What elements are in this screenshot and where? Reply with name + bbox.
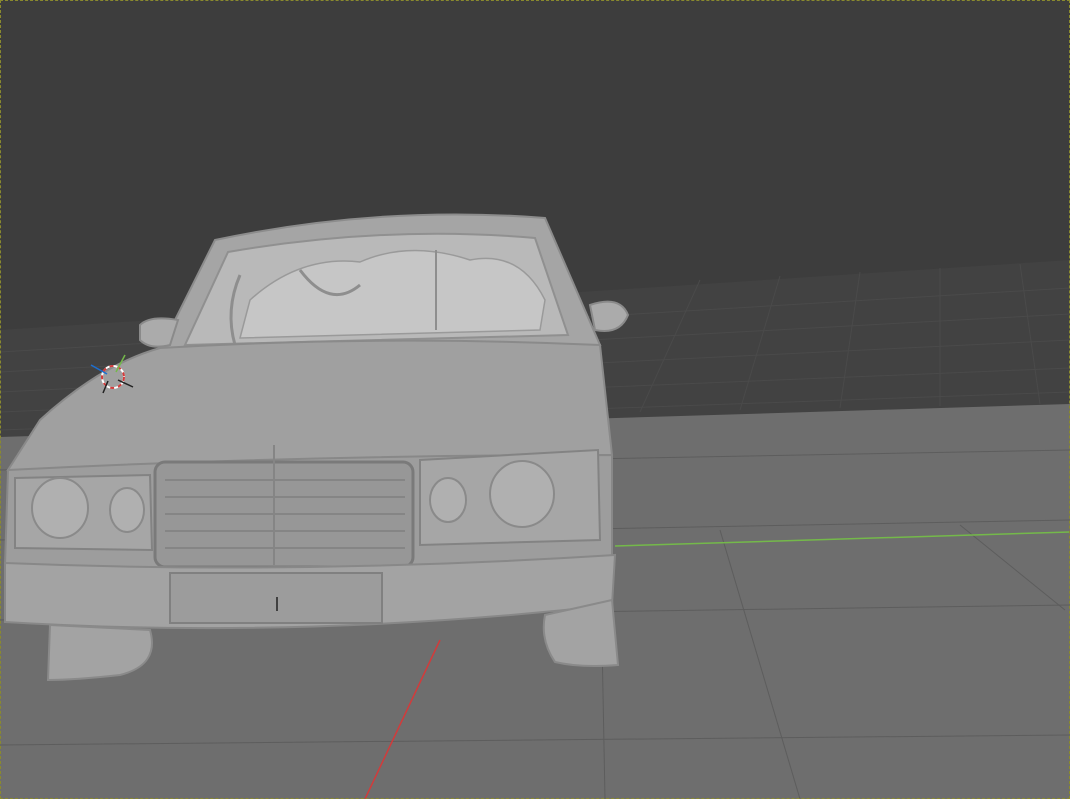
viewport-scene[interactable] <box>0 0 1070 799</box>
3d-viewport[interactable] <box>0 0 1070 799</box>
